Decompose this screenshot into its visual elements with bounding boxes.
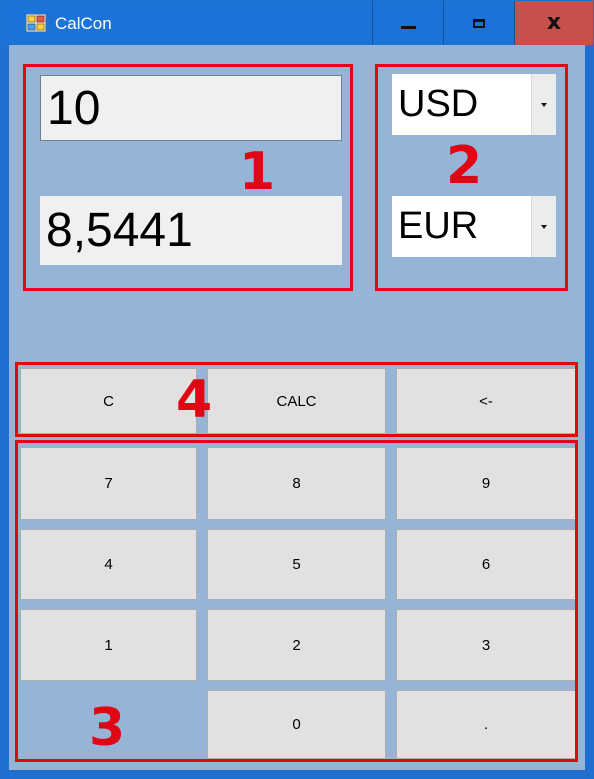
result-field[interactable]: 8,5441 [40, 196, 342, 265]
client-area: 10 8,5441 1 USD EUR 2 C CALC <- 4 7 8 9 … [9, 45, 585, 770]
close-button[interactable]: x [514, 1, 593, 45]
chevron-down-icon [541, 224, 547, 229]
to-currency-select[interactable]: EUR [392, 196, 556, 257]
minimize-icon [400, 26, 416, 29]
to-currency-value: EUR [398, 205, 479, 247]
maximize-button[interactable] [443, 1, 514, 45]
close-icon: x [546, 10, 562, 35]
title-bar[interactable]: CalCon x [1, 1, 593, 45]
annotation-label-3: 3 [89, 698, 126, 758]
amount-input[interactable]: 10 [40, 75, 342, 141]
app-window: CalCon x 10 8,5441 1 USD EUR 2 C CALC <- [0, 0, 594, 779]
from-currency-dropdown-arrow[interactable] [531, 74, 556, 135]
annotation-box-4 [15, 362, 578, 437]
app-icon [26, 14, 46, 32]
annotation-label-2: 2 [446, 136, 483, 196]
minimize-button[interactable] [372, 1, 443, 45]
maximize-icon [473, 18, 485, 28]
chevron-down-icon [541, 102, 547, 107]
window-title: CalCon [55, 14, 112, 33]
from-currency-value: USD [398, 83, 479, 125]
to-currency-dropdown-arrow[interactable] [531, 196, 556, 257]
from-currency-select[interactable]: USD [392, 74, 556, 135]
annotation-label-4: 4 [176, 370, 213, 430]
annotation-label-1: 1 [239, 142, 276, 202]
